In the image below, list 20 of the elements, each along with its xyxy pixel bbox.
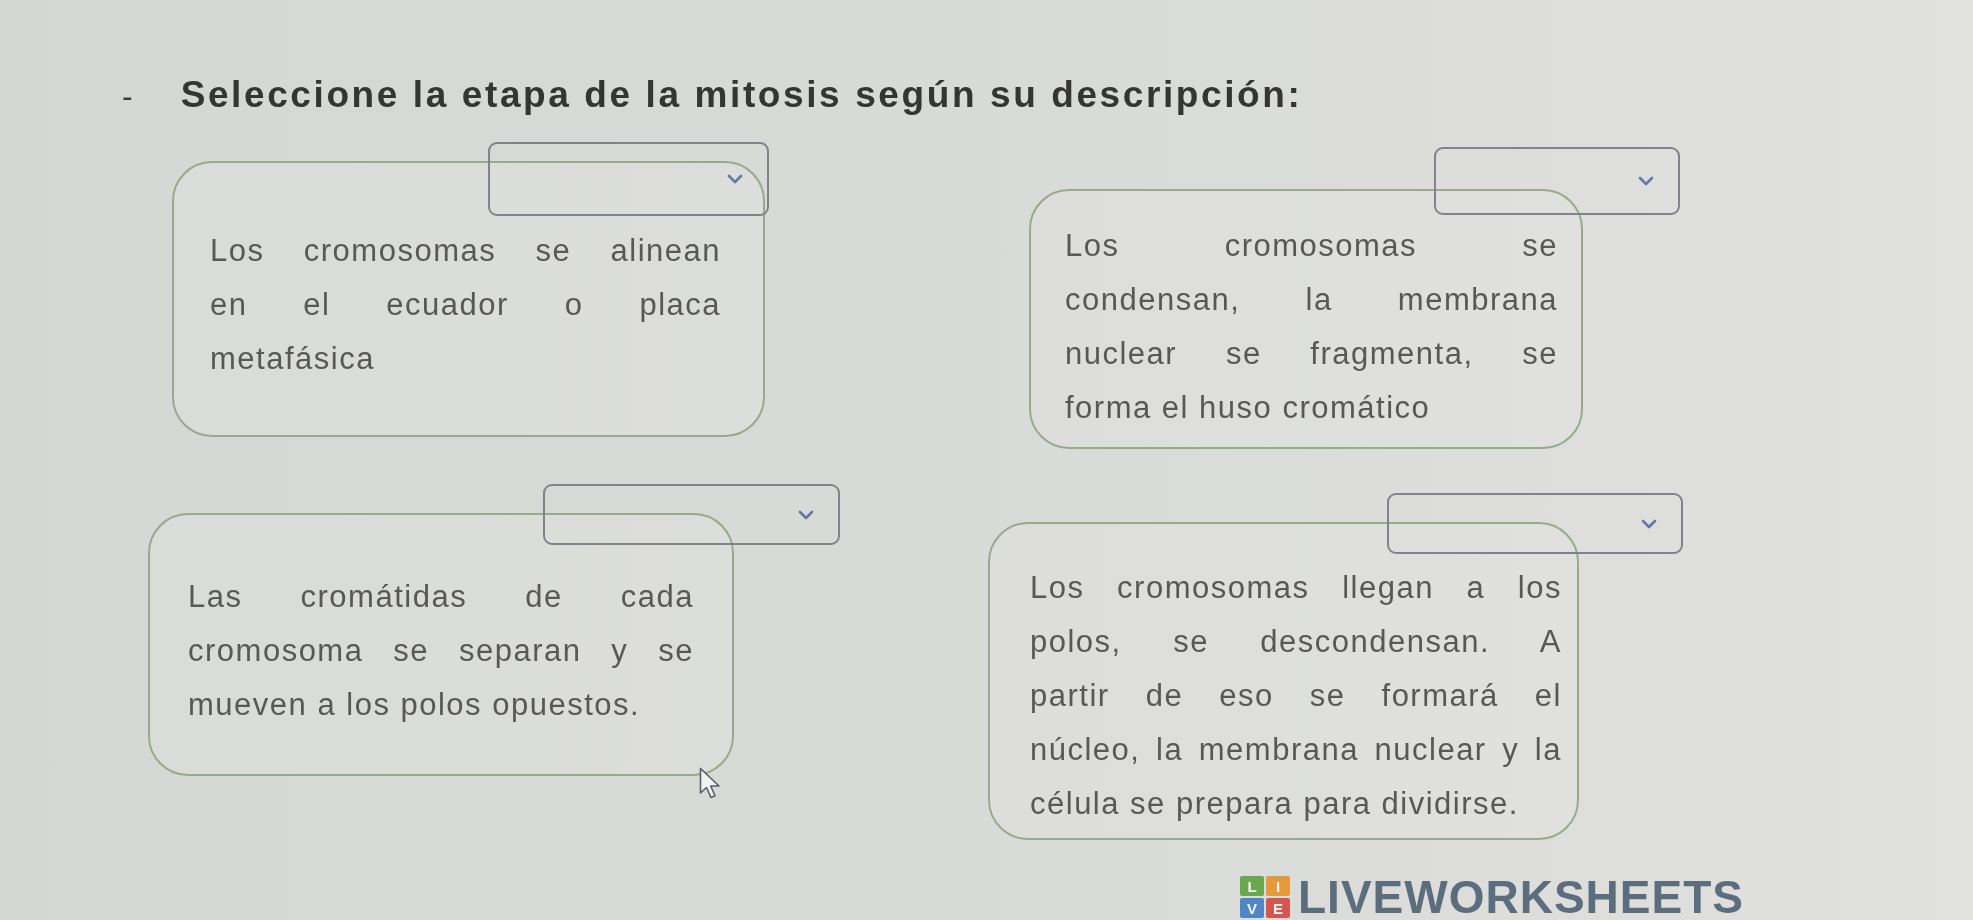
bullet-dash: - (122, 77, 133, 116)
answer-dropdown[interactable] (1434, 147, 1680, 215)
logo-letter-tile: V (1240, 898, 1264, 918)
chevron-down-icon (1641, 518, 1657, 529)
mouse-pointer-icon (699, 767, 722, 799)
logo-letter-tile: E (1266, 898, 1290, 918)
answer-dropdown[interactable] (1387, 493, 1683, 554)
stage-description: Los cromosomas llegan a los polos, se descondensan. A partir de eso se formará el núcleo, la membrana nuclear y la célula se prepara para dividirse. (1030, 569, 1562, 823)
stage-description: Los cromosomas se condensan, la membrana nuclear se fragmenta, se forma el huso cromático (1065, 227, 1558, 427)
chevron-down-icon (798, 509, 814, 520)
answer-dropdown[interactable] (543, 484, 840, 545)
logo-wordmark: LIVEWORKSHEETS (1298, 874, 1744, 920)
stage-description: Las cromátidas de cada cromosoma se separan y se mueven a los polos opuestos. (188, 578, 694, 724)
logo-letter-tile: I (1266, 876, 1290, 896)
chevron-down-icon (1638, 176, 1654, 186)
stage-description: Los cromosomas se alinean en el ecuador o placa metafásica (210, 232, 721, 378)
logo-letter-tile: L (1240, 876, 1264, 896)
answer-dropdown[interactable] (488, 142, 769, 216)
instruction-title: Seleccione la etapa de la mitosis según su descripción: (180, 74, 1303, 116)
chevron-down-icon (727, 174, 743, 184)
